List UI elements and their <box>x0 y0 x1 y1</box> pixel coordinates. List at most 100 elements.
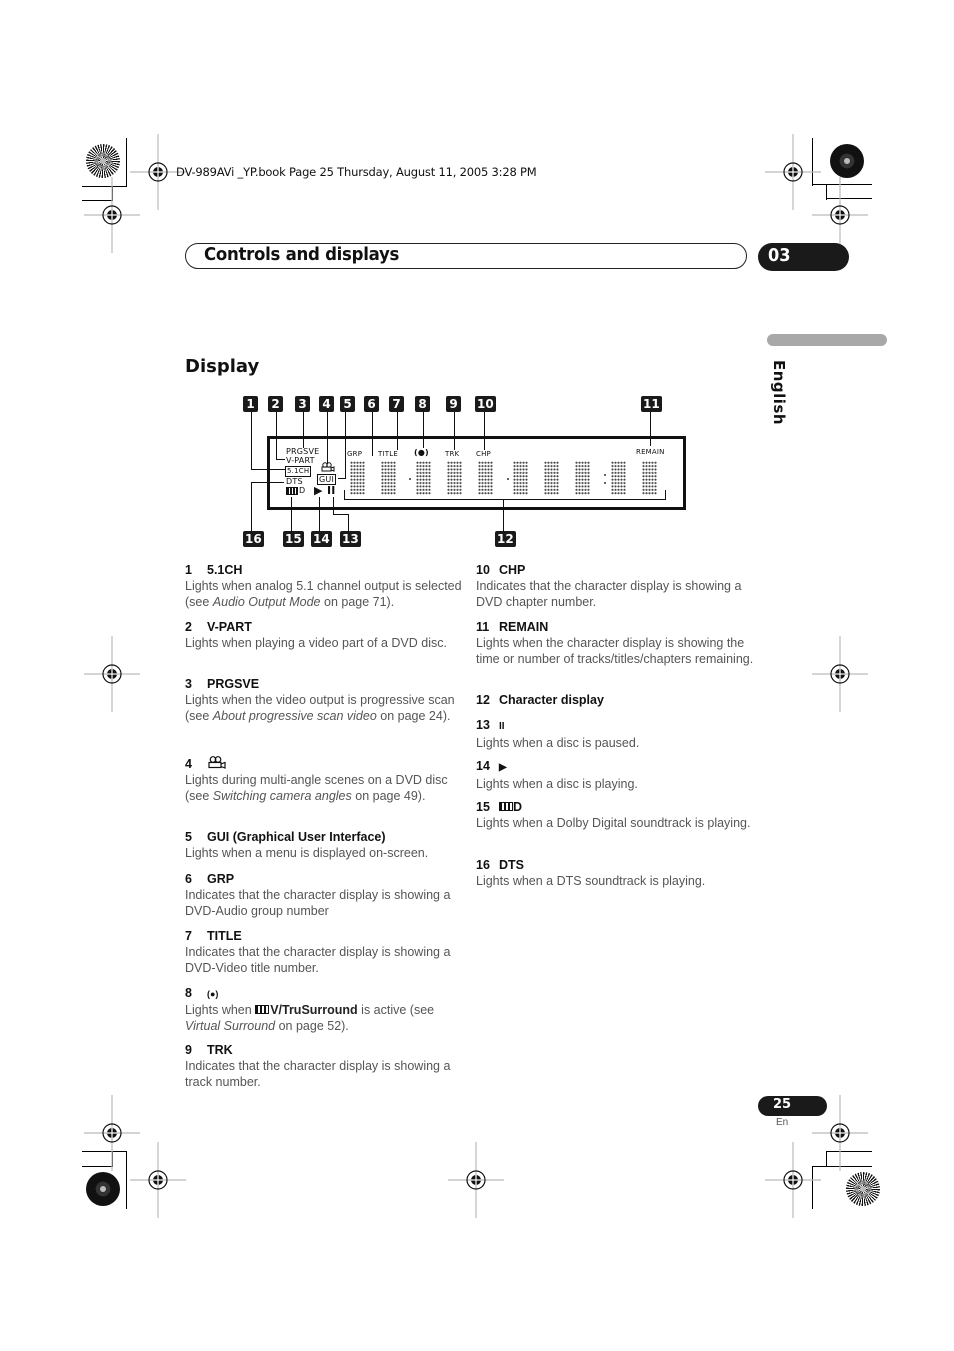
item-reference: Switching camera angles <box>212 789 352 803</box>
item-title: TRK <box>207 1043 233 1057</box>
registration-mark-icon <box>130 1142 186 1218</box>
item-13: 13 II Lights when a disc is paused. <box>476 717 756 751</box>
item-text: Lights when a Dolby Digital soundtrack i… <box>476 816 751 830</box>
item-text: on page 49). <box>351 789 426 803</box>
lcd-colon <box>604 474 606 476</box>
item-title: GRP <box>207 872 235 886</box>
item-text: Indicates that the character display is … <box>185 945 451 975</box>
page-number-badge <box>758 1096 827 1116</box>
lcd-digit <box>381 461 396 495</box>
item-text: on page 52). <box>275 1019 349 1033</box>
lcd-pause-icon: II <box>327 484 336 497</box>
item-number: 15 <box>476 800 490 814</box>
item-16: 16 DTS Lights when a DTS soundtrack is pl… <box>476 857 756 889</box>
item-text: Lights when a disc is paused. <box>476 736 640 750</box>
page-language: En <box>776 1117 789 1128</box>
callout-9: 9 <box>446 396 461 412</box>
lcd-dot <box>409 478 411 480</box>
lcd-digit <box>478 461 493 495</box>
callout-14: 14 <box>311 531 332 547</box>
item-11: 11 REMAIN Lights when the character displ… <box>476 619 756 667</box>
callout-16: 16 <box>243 531 264 547</box>
registration-mark-icon <box>84 1095 140 1171</box>
item-reference: Audio Output Mode <box>212 595 321 609</box>
lcd-dts: DTS <box>286 477 303 486</box>
callout-10: 10 <box>475 396 496 412</box>
lcd-digit <box>513 461 528 495</box>
item-5: 5 GUI (Graphical User Interface) Lights w… <box>185 829 465 861</box>
item-3: 3 PRGSVE Lights when the video output is … <box>185 676 465 724</box>
callout-5: 5 <box>340 396 355 412</box>
item-7: 7 TITLE Indicates that the character disp… <box>185 928 465 976</box>
item-text: on page 71). <box>320 595 395 609</box>
item-title: D <box>513 800 523 814</box>
dolby-icon <box>286 487 298 495</box>
lcd-dolby-d: D <box>299 486 306 495</box>
lcd-play-icon: ▶ <box>314 484 323 497</box>
callout-11: 11 <box>641 396 662 412</box>
callout-8: 8 <box>415 396 430 412</box>
lcd-remain: REMAIN <box>636 448 665 456</box>
leader-line <box>251 482 252 532</box>
item-text: is active (see <box>357 1003 435 1017</box>
callout-12: 12 <box>495 531 516 547</box>
registration-mark-icon <box>812 636 868 712</box>
lcd-title: TITLE <box>378 450 398 458</box>
lcd-5-1ch: 5.1CH <box>285 466 312 477</box>
lcd-digit <box>642 461 657 495</box>
item-number: 12 <box>476 693 490 707</box>
lcd-colon <box>604 482 606 484</box>
item-title: 5.1CH <box>207 563 243 577</box>
item-text: Indicates that the character display is … <box>476 579 742 609</box>
leader-line <box>251 412 252 470</box>
item-number: 9 <box>185 1043 192 1057</box>
item-number: 6 <box>185 872 192 886</box>
item-title: V-PART <box>207 620 252 634</box>
item-6: 6 GRP Indicates that the character displa… <box>185 871 465 919</box>
lcd-digit <box>447 461 462 495</box>
callout-7: 7 <box>389 396 404 412</box>
item-title: PRGSVE <box>207 677 260 691</box>
registration-mark-icon <box>84 636 140 712</box>
lcd-chp: CHP <box>476 450 491 458</box>
item-9: 9 TRK Indicates that the character displa… <box>185 1042 465 1090</box>
lcd-trk: TRK <box>445 450 460 458</box>
item-text: Lights when the character display is sho… <box>476 636 754 666</box>
leader-line <box>333 514 348 515</box>
item-text: Lights when <box>185 1003 256 1017</box>
item-reference: About progressive scan video <box>212 709 377 723</box>
item-number: 3 <box>185 677 192 691</box>
item-bold-term: V/TruSurround <box>270 1003 358 1017</box>
item-number: 8 <box>185 986 192 1000</box>
item-12: 12 Character display <box>476 692 756 708</box>
lcd-digit <box>544 461 559 495</box>
pause-icon: II <box>499 721 505 732</box>
item-2: 2 V-PART Lights when playing a video part… <box>185 619 465 651</box>
item-text: Indicates that the character display is … <box>185 888 451 918</box>
item-14: 14 ▶ Lights when a disc is playing. <box>476 758 756 792</box>
registration-mark-icon <box>765 1142 821 1218</box>
lcd-digit <box>611 461 626 495</box>
item-text: Lights when a menu is displayed on-scree… <box>185 846 429 860</box>
callout-13: 13 <box>340 531 361 547</box>
lcd-surround: (●) <box>414 448 429 457</box>
item-number: 14 <box>476 759 490 773</box>
item-title: CHP <box>499 563 526 577</box>
dolby-icon <box>255 1005 270 1014</box>
display-diagram: 1 2 3 4 5 6 7 8 9 10 11 12 13 14 15 16 P… <box>0 0 954 560</box>
lcd-digit <box>575 461 590 495</box>
page-number: 25 <box>773 1097 792 1112</box>
item-text: Lights when a disc is playing. <box>476 777 638 791</box>
item-number: 2 <box>185 620 192 634</box>
lcd-dot <box>507 478 509 480</box>
leader-line <box>348 514 349 532</box>
play-icon: ▶ <box>499 762 507 773</box>
camera-icon <box>321 462 335 472</box>
item-title: DTS <box>499 858 524 872</box>
item-title: TITLE <box>207 929 242 943</box>
callout-1: 1 <box>243 396 258 412</box>
item-title: REMAIN <box>499 620 549 634</box>
lcd-vpart: V-PART <box>286 456 315 465</box>
item-number: 5 <box>185 830 192 844</box>
lcd-digit <box>350 461 365 495</box>
